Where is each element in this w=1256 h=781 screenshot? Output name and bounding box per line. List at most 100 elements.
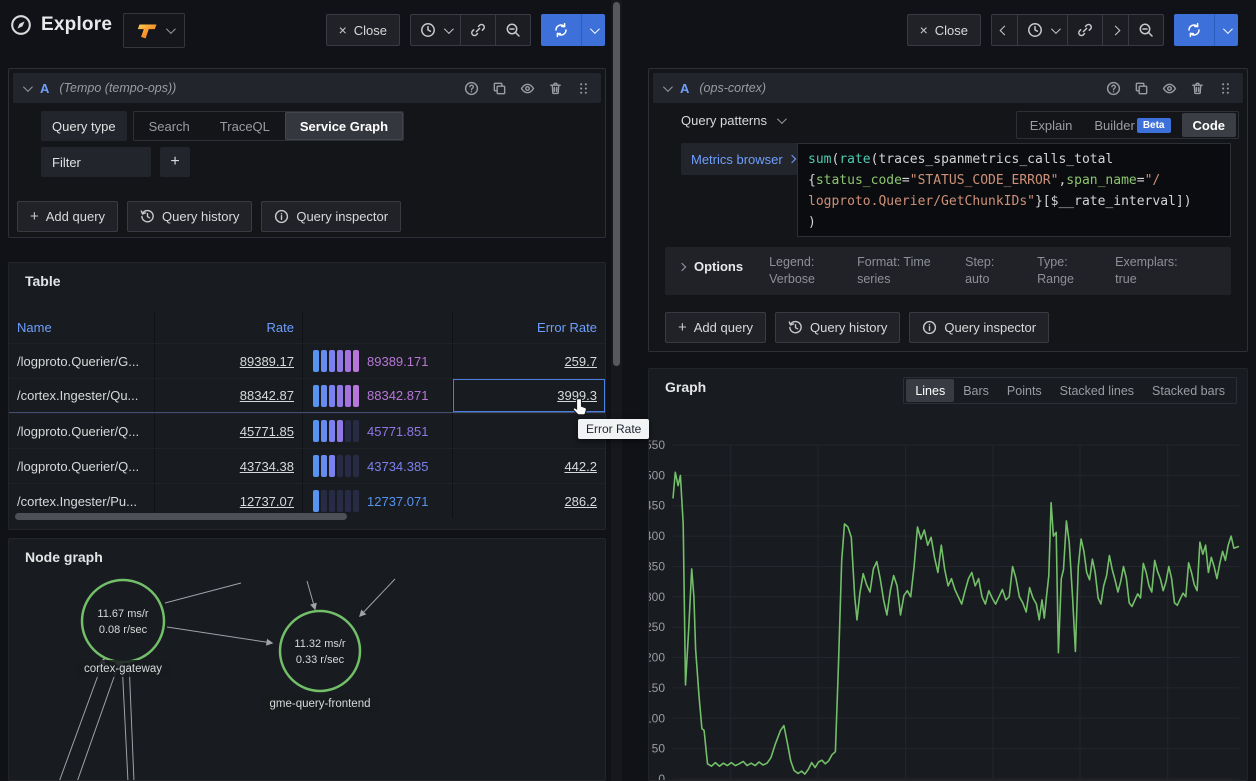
chevron-down-icon	[444, 24, 454, 34]
node-gme-query-frontend[interactable]: 11.32 ms/r 0.33 r/sec gme-query-frontend	[261, 611, 379, 712]
drag-handle-icon[interactable]	[576, 81, 591, 96]
rate-link[interactable]: 89389.17	[240, 354, 294, 369]
trash-icon[interactable]	[548, 81, 563, 96]
rate-link[interactable]: 12737.07	[240, 494, 294, 509]
link-split-button[interactable]	[461, 15, 496, 45]
collapse-chevron-icon[interactable]	[23, 82, 33, 92]
right-toolbar: × Close	[907, 14, 1238, 46]
add-query-button[interactable]: + Add query	[665, 312, 766, 343]
query-history-button[interactable]: Query history	[775, 312, 900, 343]
left-pane-scrollbar-thumb[interactable]	[613, 2, 620, 366]
close-split-button[interactable]: × Close	[326, 14, 400, 46]
column-header-error-rate[interactable]: Error Rate	[453, 311, 605, 343]
gauge-segment	[329, 455, 335, 477]
help-icon[interactable]	[464, 81, 479, 96]
node-cortex-gateway[interactable]: 11.67 ms/r 0.08 r/sec cortex-gateway	[75, 580, 171, 677]
copy-icon[interactable]	[492, 81, 507, 96]
metrics-browser-button[interactable]: Metrics browser	[681, 143, 805, 175]
close-icon: ×	[339, 22, 347, 38]
close-icon: ×	[920, 22, 928, 38]
eye-icon[interactable]	[520, 81, 535, 96]
query-inspector-button[interactable]: Query inspector	[261, 201, 401, 232]
graph-style-tab-points[interactable]: Points	[998, 379, 1051, 402]
option-summary-item: Legend: Verbose	[769, 254, 831, 288]
query-type-tab-traceql[interactable]: TraceQL	[205, 112, 285, 140]
option-summary-item: Type: Range	[1037, 254, 1089, 288]
zoom-out-button-right[interactable]	[1129, 15, 1163, 45]
run-query-caret-button[interactable]	[581, 14, 605, 46]
graph-style-tab-stacked-bars[interactable]: Stacked bars	[1143, 379, 1234, 402]
editor-mode-tab-explain[interactable]: Explain	[1019, 113, 1084, 137]
error-rate-link[interactable]: 259.7	[564, 354, 597, 369]
graph-style-tab-stacked-lines[interactable]: Stacked lines	[1051, 379, 1143, 402]
gauge-segment	[321, 350, 327, 372]
svg-text:0.33 r/sec: 0.33 r/sec	[296, 654, 345, 666]
timeseries-line	[673, 472, 1239, 774]
time-picker-button[interactable]	[411, 15, 461, 45]
cell-error-rate: 286.2	[453, 484, 605, 518]
gauge-segment	[345, 490, 351, 512]
rate-link[interactable]: 88342.87	[240, 388, 294, 403]
column-header-gauge[interactable]	[303, 311, 453, 343]
run-query-button[interactable]	[541, 14, 581, 46]
run-query-button-right[interactable]	[1174, 14, 1214, 46]
rate-link[interactable]: 43734.38	[240, 459, 294, 474]
rate-link[interactable]: 45771.85	[240, 424, 294, 439]
error-rate-link[interactable]: 286.2	[564, 494, 597, 509]
gauge-bar	[313, 385, 359, 407]
gauge-value: 45771.851	[367, 424, 428, 439]
collapse-chevron-icon[interactable]	[663, 82, 673, 92]
trash-icon[interactable]	[1190, 81, 1205, 96]
drag-handle-icon[interactable]	[1218, 81, 1233, 96]
svg-text:400: 400	[648, 529, 665, 543]
gauge-segment	[329, 420, 335, 442]
eye-icon[interactable]	[1162, 81, 1177, 96]
column-header-rate[interactable]: Rate	[155, 311, 303, 343]
options-toggle[interactable]: Options	[679, 259, 743, 274]
table-panel-title: Table	[25, 273, 61, 289]
help-icon[interactable]	[1106, 81, 1121, 96]
zoom-out-button[interactable]	[496, 15, 530, 45]
run-query-caret-button-right[interactable]	[1214, 14, 1238, 46]
graph-style-tab-bars[interactable]: Bars	[954, 379, 998, 402]
gauge-segment	[337, 455, 343, 477]
query-type-tab-service-graph[interactable]: Service Graph	[285, 112, 403, 140]
time-picker-button-right[interactable]	[1018, 15, 1068, 45]
gauge-segment	[353, 385, 359, 407]
table-row: /logproto.Querier/Q...45771.8545771.8515…	[9, 413, 605, 448]
svg-text:cortex-gateway: cortex-gateway	[84, 663, 162, 675]
gauge-segment	[345, 350, 351, 372]
promql-code-editor[interactable]: sum(rate(traces_spanmetrics_calls_total{…	[797, 143, 1231, 237]
copy-icon[interactable]	[1134, 81, 1149, 96]
editor-mode-tab-builder[interactable]: BuilderBeta	[1083, 113, 1181, 137]
shift-time-forward-button[interactable]	[1103, 15, 1129, 45]
query-type-tab-search[interactable]: Search	[134, 112, 205, 140]
column-header-name[interactable]: Name	[9, 311, 155, 343]
query-row-header-right[interactable]: A (ops-cortex)	[653, 73, 1243, 103]
query-row-header[interactable]: A (Tempo (tempo-ops))	[13, 73, 601, 103]
datasource-picker[interactable]	[123, 13, 185, 48]
query-patterns-dropdown[interactable]: Query patterns	[681, 113, 784, 128]
link-split-button-right[interactable]	[1068, 15, 1103, 45]
shift-time-back-button[interactable]	[992, 15, 1018, 45]
link-icon	[470, 22, 486, 38]
error-rate-link[interactable]: 442.2	[564, 459, 597, 474]
filter-field[interactable]: Filter	[41, 147, 151, 177]
graph-style-tab-lines[interactable]: Lines	[906, 379, 954, 402]
plus-icon: +	[30, 208, 39, 225]
svg-text:0.08 r/sec: 0.08 r/sec	[99, 624, 148, 636]
node-graph-panel: Node graph	[8, 538, 606, 781]
table-horizontal-scrollbar[interactable]	[15, 513, 347, 520]
explore-page: Explore × Close	[0, 0, 1256, 781]
add-filter-button[interactable]: +	[160, 147, 190, 177]
gauge-segment	[313, 385, 319, 407]
error-rate-link[interactable]: 3999.3	[557, 388, 597, 403]
editor-mode-tab-code[interactable]: Code	[1182, 113, 1237, 137]
query-datasource-name: (Tempo (tempo-ops))	[59, 81, 176, 95]
query-history-button[interactable]: Query history	[127, 201, 252, 232]
add-query-button[interactable]: + Add query	[17, 201, 118, 232]
query-inspector-button[interactable]: Query inspector	[909, 312, 1049, 343]
query-datasource-name: (ops-cortex)	[699, 81, 766, 95]
query-ref-id: A	[40, 81, 49, 96]
close-split-button-right[interactable]: × Close	[907, 14, 981, 46]
